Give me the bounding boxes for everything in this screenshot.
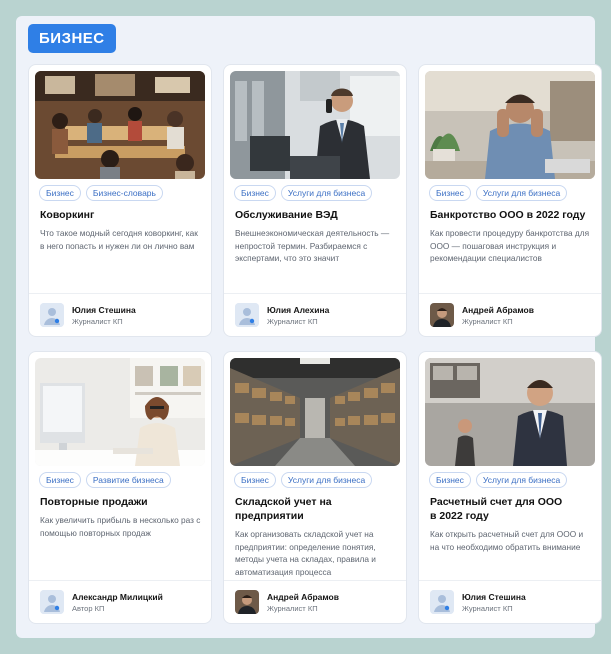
business-section: БИЗНЕС Бизнес Бизнес-словарь Коворкинг Ч… [16, 16, 602, 638]
tag-business-dictionary[interactable]: Бизнес-словарь [85, 185, 163, 201]
author-name[interactable]: Юлия Стешина [72, 305, 136, 315]
author-name[interactable]: Юлия Стешина [462, 592, 526, 602]
warehouse-photo[interactable] [230, 358, 400, 466]
divider [29, 580, 211, 581]
tag-business[interactable]: Бизнес [234, 185, 276, 201]
tag-business-services[interactable]: Услуги для бизнеса [475, 185, 568, 201]
author-name[interactable]: Андрей Абрамов [267, 592, 339, 602]
divider [29, 293, 211, 294]
card-title[interactable]: Банкротство ООО в 2022 году [430, 208, 596, 222]
coworking-photo[interactable] [35, 71, 205, 179]
card-description: Как увеличить прибыль в несколько раз с … [40, 515, 201, 538]
author-name[interactable]: Андрей Абрамов [462, 305, 534, 315]
card-title[interactable]: Расчетный счет для ООО в 2022 году [430, 495, 565, 523]
author-name[interactable]: Александр Милицкий [72, 592, 163, 602]
article-card[interactable]: Бизнес Услуги для бизнеса Складской учет… [223, 351, 407, 624]
businessman-phone-photo[interactable] [230, 71, 400, 179]
author-role: Автор КП [72, 604, 105, 613]
article-card[interactable]: Бизнес Бизнес-словарь Коворкинг Что тако… [28, 64, 212, 337]
tag-business[interactable]: Бизнес [429, 185, 471, 201]
divider [419, 580, 601, 581]
divider [224, 580, 406, 581]
tag-business[interactable]: Бизнес [39, 185, 81, 201]
article-card[interactable]: Бизнес Услуги для бизнеса Обслуживание В… [223, 64, 407, 337]
author-name[interactable]: Юлия Алехина [267, 305, 329, 315]
card-description: Как организовать складской учет на предп… [235, 529, 376, 577]
card-title[interactable]: Повторные продажи [40, 495, 206, 509]
placeholder-avatar-icon [40, 590, 64, 614]
card-description: Что такое модный сегодня коворкинг, как … [40, 228, 198, 251]
author-role: Журналист КП [267, 604, 318, 613]
article-card[interactable]: Бизнес Услуги для бизнеса Расчетный счет… [418, 351, 602, 624]
author-role: Журналист КП [462, 317, 513, 326]
placeholder-avatar-icon [40, 303, 64, 327]
article-card[interactable]: Бизнес Услуги для бизнеса Банкротство ОО… [418, 64, 602, 337]
tag-business-development[interactable]: Развитие бизнеса [85, 472, 171, 488]
tag-business-services[interactable]: Услуги для бизнеса [280, 472, 373, 488]
placeholder-avatar-icon [430, 590, 454, 614]
article-card[interactable]: Бизнес Развитие бизнеса Повторные продаж… [28, 351, 212, 624]
card-title[interactable]: Складской учет на предприятии [235, 495, 365, 523]
author-role: Журналист КП [267, 317, 318, 326]
card-description: Как провести процедуру банкротства для О… [430, 228, 590, 263]
photo-avatar [235, 590, 259, 614]
placeholder-avatar-icon [235, 303, 259, 327]
woman-office-phone-photo[interactable] [35, 358, 205, 466]
divider [419, 293, 601, 294]
tag-business-services[interactable]: Услуги для бизнеса [475, 472, 568, 488]
card-title[interactable]: Коворкинг [40, 208, 206, 222]
divider [224, 293, 406, 294]
card-description: Как открыть расчетный счет для ООО и на … [430, 529, 584, 552]
tag-business[interactable]: Бизнес [429, 472, 471, 488]
smiling-businessman-photo[interactable] [425, 358, 595, 466]
tag-business[interactable]: Бизнес [39, 472, 81, 488]
tag-business[interactable]: Бизнес [234, 472, 276, 488]
card-description: Внешнеэкономическая деятельность — непро… [235, 228, 390, 263]
card-title[interactable]: Обслуживание ВЭД [235, 208, 401, 222]
photo-avatar [430, 303, 454, 327]
author-role: Журналист КП [72, 317, 123, 326]
author-role: Журналист КП [462, 604, 513, 613]
stressed-man-photo[interactable] [425, 71, 595, 179]
section-badge[interactable]: БИЗНЕС [28, 24, 116, 53]
tag-business-services[interactable]: Услуги для бизнеса [280, 185, 373, 201]
